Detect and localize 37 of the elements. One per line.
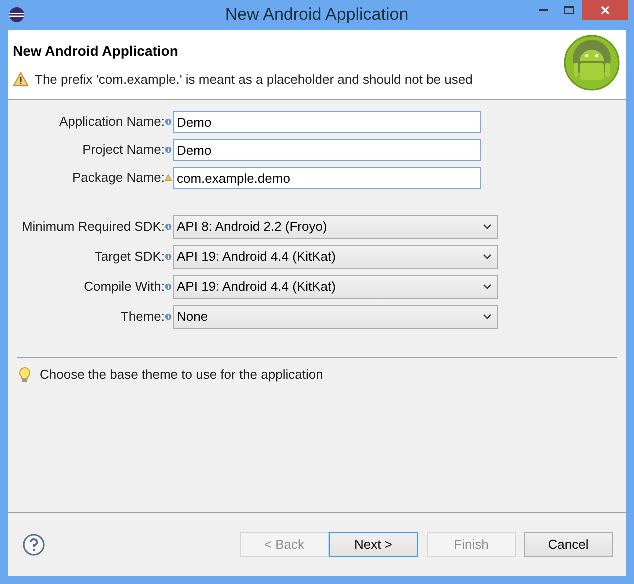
info-icon	[165, 253, 172, 261]
header-message: The prefix 'com.example.' is meant as a placeholder and should not be used	[35, 71, 473, 89]
chevron-down-icon	[483, 254, 492, 260]
chevron-down-icon	[483, 224, 492, 230]
header-title: New Android Application	[13, 42, 180, 61]
field-label: Application Name:	[60, 113, 165, 132]
text-field[interactable]: Demo	[173, 139, 481, 161]
info-icon	[165, 118, 172, 126]
dialog-button[interactable]: Cancel	[524, 532, 613, 557]
android-logo-icon	[564, 35, 620, 91]
dropdown[interactable]: API 8: Android 2.2 (Froyo)	[173, 215, 498, 239]
field-label: Package Name:	[72, 169, 165, 188]
info-icon	[165, 313, 172, 321]
chevron-down-icon	[483, 314, 492, 320]
field-label: Minimum Required SDK:	[22, 218, 165, 236]
app-logo-icon	[9, 7, 25, 23]
warning-icon	[13, 72, 29, 88]
dropdown[interactable]: None	[173, 305, 498, 329]
field-label: Project Name:	[82, 141, 165, 160]
info-icon	[165, 146, 172, 154]
dropdown[interactable]: API 19: Android 4.4 (KitKat)	[173, 275, 498, 299]
help-icon[interactable]	[23, 534, 45, 556]
hint-text: Choose the base theme to use for the application	[40, 366, 324, 384]
close-icon	[600, 6, 610, 14]
lightbulb-icon	[19, 366, 31, 383]
window-title: New Android Application	[224, 4, 410, 26]
field-label: Theme:	[120, 308, 165, 326]
chevron-down-icon	[483, 284, 492, 290]
text-field[interactable]: Demo	[173, 111, 481, 133]
dialog-button[interactable]: Next >	[329, 532, 418, 557]
close-button[interactable]	[582, 0, 628, 20]
info-icon	[165, 283, 172, 291]
info-icon	[165, 223, 172, 231]
text-field[interactable]: com.example.demo	[173, 167, 481, 189]
field-label: Compile With:	[84, 278, 165, 296]
dropdown[interactable]: API 19: Android 4.4 (KitKat)	[173, 245, 498, 269]
field-label: Target SDK:	[94, 248, 165, 266]
